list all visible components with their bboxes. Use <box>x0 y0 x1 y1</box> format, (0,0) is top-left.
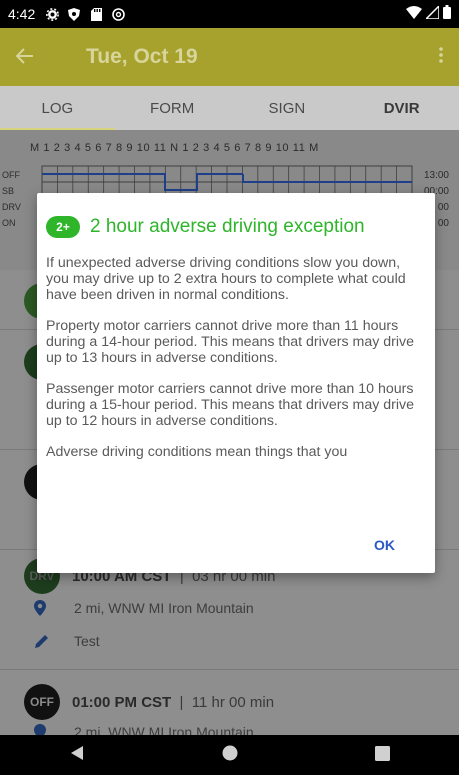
ok-button[interactable]: OK <box>374 537 395 553</box>
dialog-body[interactable]: If unexpected adverse driving conditions… <box>46 255 418 521</box>
nav-back-icon[interactable] <box>69 745 85 765</box>
entry-duration: 11 hr 00 min <box>191 694 275 711</box>
shield-icon <box>67 7 81 21</box>
nav-home-icon[interactable] <box>222 745 238 765</box>
graph-row-sb: SB <box>2 186 15 196</box>
app-bar: Tue, Oct 19 <box>0 28 459 86</box>
entry-location: 2 mi, WNW MI Iron Mountain <box>74 600 254 616</box>
at-sign-icon <box>111 7 125 21</box>
status-bar: 4:42 <box>0 0 459 28</box>
graph-row-off: OFF <box>2 170 20 180</box>
status-badge: OFF <box>24 684 60 720</box>
sd-card-icon <box>89 7 103 21</box>
dialog-title: 2 hour adverse driving exception <box>90 216 365 237</box>
graph-total-off: 13:00 <box>423 170 449 181</box>
dialog-paragraph: Passenger motor carriers cannot drive mo… <box>46 381 415 429</box>
graph-row-drv: DRV <box>2 202 21 212</box>
dialog-header: 2+ 2 hour adverse driving exception <box>46 216 365 238</box>
signal-icon <box>424 3 440 23</box>
settings-icon <box>45 7 59 21</box>
dialog-paragraph: If unexpected adverse driving conditions… <box>46 255 406 303</box>
dialog-paragraph: Property motor carriers cannot drive mor… <box>46 318 415 366</box>
exception-badge: 2+ <box>46 216 80 238</box>
tab-log[interactable]: LOG <box>0 86 115 130</box>
battery-icon <box>443 5 451 23</box>
dialog-paragraph: Adverse driving conditions mean things t… <box>46 444 348 460</box>
list-item[interactable]: OFF 01:00 PM CST | 11 hr 00 min 2 mi, WN… <box>0 670 459 740</box>
graph-row-on: ON <box>2 218 16 228</box>
separator: | <box>175 694 188 711</box>
wifi-icon <box>406 5 422 23</box>
location-pin-icon <box>34 600 48 616</box>
graph-total-drv: 00 <box>437 202 449 213</box>
tab-dvir[interactable]: DVIR <box>344 86 459 130</box>
status-time: 4:42 <box>8 6 36 22</box>
tab-form[interactable]: FORM <box>115 86 230 130</box>
entry-note: Test <box>74 633 100 649</box>
page-title: Tue, Oct 19 <box>86 45 198 68</box>
screen: 4:42 Tue, Oct 19 LOG FORM SIGN DVIR M 1 … <box>0 0 459 775</box>
entry-location: 2 mi, WNW MI Iron Mountain <box>74 724 254 735</box>
adverse-driving-dialog: 2+ 2 hour adverse driving exception If u… <box>37 193 435 573</box>
entry-time: 01:00 PM CST <box>72 694 172 711</box>
tab-sign[interactable]: SIGN <box>230 86 345 130</box>
back-arrow-icon[interactable] <box>15 45 56 70</box>
more-options-icon[interactable] <box>439 46 443 68</box>
graph-total-on: 00 <box>437 218 449 229</box>
pencil-icon <box>34 633 48 649</box>
nav-recents-icon[interactable] <box>375 745 391 765</box>
navigation-bar <box>0 735 459 775</box>
tab-bar: LOG FORM SIGN DVIR <box>0 86 459 130</box>
entry-time-line: 01:00 PM CST | 11 hr 00 min <box>72 694 274 711</box>
